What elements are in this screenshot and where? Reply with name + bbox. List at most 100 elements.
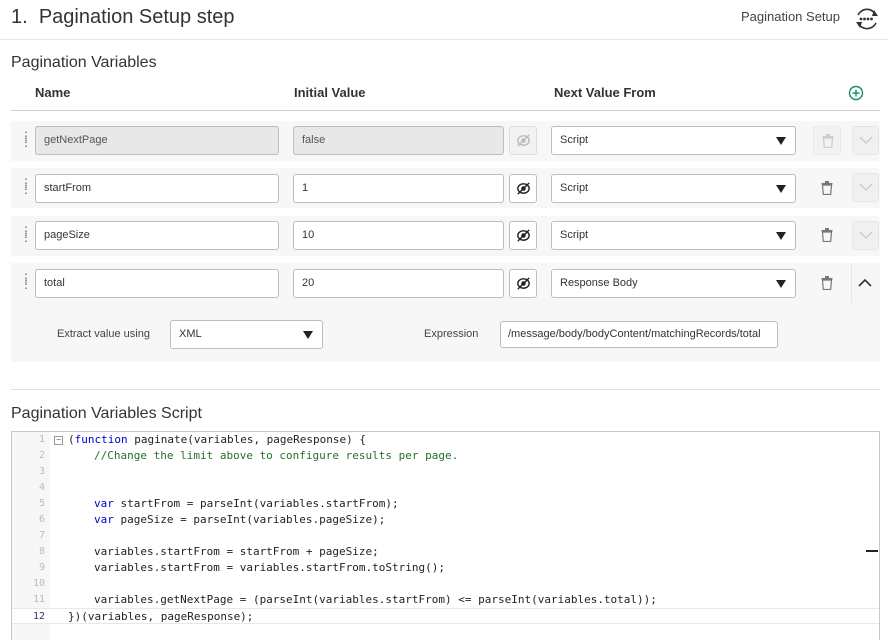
trash-icon <box>821 276 833 290</box>
code-line: 8 variables.startFrom = startFrom + page… <box>12 544 879 560</box>
section-divider <box>11 389 880 390</box>
eye-slash-icon <box>517 277 530 290</box>
dropdown-arrow-icon <box>303 331 313 339</box>
column-next-value-header: Next Value From <box>554 85 656 100</box>
code-line: 11 variables.getNextPage = (parseInt(var… <box>12 592 879 608</box>
variable-name-field[interactable]: startFrom <box>35 174 279 203</box>
expand-row-button[interactable] <box>852 126 879 155</box>
next-value-select[interactable]: Script <box>551 221 796 250</box>
next-value-select[interactable]: Script <box>551 126 796 155</box>
header-divider <box>11 110 880 111</box>
expression-label: Expression <box>424 328 479 340</box>
code-line: 2 //Change the limit above to configure … <box>12 448 879 464</box>
dropdown-arrow-icon <box>776 232 786 240</box>
expand-row-button[interactable] <box>852 173 879 202</box>
delete-row-button[interactable] <box>813 174 841 203</box>
keyword: var <box>94 513 114 526</box>
next-value-select[interactable]: Script <box>551 174 796 203</box>
variable-row-total: ⋮⋮ ⋮⋮ total 20 Response Body Extract valu… <box>11 263 880 362</box>
initial-value-field[interactable]: 20 <box>293 269 504 298</box>
variable-name-field[interactable]: pageSize <box>35 221 279 250</box>
line-number: 1 <box>38 434 45 445</box>
code-line: 3 <box>12 464 879 480</box>
pagination-cycle-icon[interactable] <box>852 5 880 33</box>
visibility-toggle-button[interactable] <box>509 221 537 250</box>
code-text: var startFrom = parseInt(variables.start… <box>94 497 399 510</box>
code-text: })(variables, pageResponse); <box>68 610 254 623</box>
trash-icon <box>822 134 834 148</box>
variable-name-field[interactable]: getNextPage <box>35 126 279 155</box>
drag-handle-icon[interactable]: ⋮⋮ ⋮⋮ <box>20 225 42 243</box>
extract-method-select-text: XML <box>179 328 202 340</box>
trash-icon <box>821 228 833 242</box>
step-number: 1. <box>11 6 28 28</box>
chevron-down-icon <box>859 136 873 145</box>
extract-value-label: Extract value using <box>57 328 150 340</box>
code-line: 6 var pageSize = parseInt(variables.page… <box>12 512 879 528</box>
line-number: 8 <box>38 546 45 557</box>
step-title: 1. Pagination Setup step <box>11 6 235 29</box>
chevron-up-icon <box>858 278 872 287</box>
expression-input[interactable]: /message/body/bodyContent/matchingRecord… <box>500 321 778 348</box>
initial-value-field[interactable]: 1 <box>293 174 504 203</box>
eye-slash-icon <box>517 134 530 147</box>
code-line: 10 <box>12 576 879 592</box>
pagination-setup-label: Pagination Setup <box>740 9 840 24</box>
extract-method-select[interactable]: XML <box>170 320 323 349</box>
step-title-text: Pagination Setup step <box>38 6 235 28</box>
scroll-marker <box>866 550 878 552</box>
pagination-script-title: Pagination Variables Script <box>11 405 202 422</box>
next-value-select-text: Script <box>560 182 589 194</box>
step-header: 1. Pagination Setup step Pagination Setu… <box>0 0 888 40</box>
line-number: 6 <box>38 514 45 525</box>
pagination-variables-title: Pagination Variables <box>11 54 157 71</box>
next-value-select-text: Script <box>560 229 589 241</box>
expand-row-button[interactable] <box>852 221 879 250</box>
delete-row-button[interactable] <box>813 269 841 298</box>
eye-slash-icon <box>517 229 530 242</box>
plus-circle-icon[interactable] <box>848 85 864 101</box>
visibility-toggle-button[interactable] <box>509 174 537 203</box>
dropdown-arrow-icon <box>776 185 786 193</box>
code-line: 5 var startFrom = parseInt(variables.sta… <box>12 496 879 512</box>
trash-icon <box>821 181 833 195</box>
next-value-select[interactable]: Response Body <box>551 269 796 298</box>
variable-row-getnextpage: ⋮⋮ ⋮⋮ getNextPage false Script <box>11 121 880 161</box>
visibility-toggle-button[interactable] <box>509 269 537 298</box>
initial-value-field[interactable]: 10 <box>293 221 504 250</box>
line-number: 11 <box>32 594 45 605</box>
variable-row-startfrom: ⋮⋮ ⋮⋮ startFrom 1 Script <box>11 168 880 208</box>
variable-name-field[interactable]: total <box>35 269 279 298</box>
code-line: 1 − (function paginate(variables, pageRe… <box>12 432 879 448</box>
line-number: 2 <box>38 450 45 461</box>
fold-toggle-icon[interactable]: − <box>54 436 63 445</box>
delete-row-button[interactable] <box>813 126 841 155</box>
line-number: 7 <box>38 530 45 541</box>
code-line: 4 <box>12 480 879 496</box>
delete-row-button[interactable] <box>813 221 841 250</box>
eye-slash-icon <box>517 182 530 195</box>
column-initial-value-header: Initial Value <box>294 85 366 100</box>
initial-value-field[interactable]: false <box>293 126 504 155</box>
code-text: var pageSize = parseInt(variables.pageSi… <box>94 513 386 526</box>
code-line: 7 <box>12 528 879 544</box>
collapse-row-button[interactable] <box>851 263 880 303</box>
drag-handle-icon[interactable]: ⋮⋮ ⋮⋮ <box>20 130 42 148</box>
code-text: variables.startFrom = variables.startFro… <box>94 561 445 574</box>
line-number: 9 <box>38 562 45 573</box>
line-number: 10 <box>32 578 45 589</box>
drag-handle-icon[interactable]: ⋮⋮ ⋮⋮ <box>20 272 42 290</box>
line-number: 3 <box>38 466 45 477</box>
visibility-toggle-button[interactable] <box>509 126 537 155</box>
dropdown-arrow-icon <box>776 280 786 288</box>
next-value-select-text: Script <box>560 134 589 146</box>
dropdown-arrow-icon <box>776 137 786 145</box>
code-comment: //Change the limit above to configure re… <box>94 449 459 462</box>
line-number: 5 <box>38 498 45 509</box>
code-line-active: 12 })(variables, pageResponse); <box>12 608 879 624</box>
script-editor[interactable]: 1 − (function paginate(variables, pageRe… <box>11 431 880 640</box>
line-number: 4 <box>38 482 45 493</box>
chevron-down-icon <box>859 231 873 240</box>
code-text: variables.startFrom = startFrom + pageSi… <box>94 545 379 558</box>
drag-handle-icon[interactable]: ⋮⋮ ⋮⋮ <box>20 177 42 195</box>
